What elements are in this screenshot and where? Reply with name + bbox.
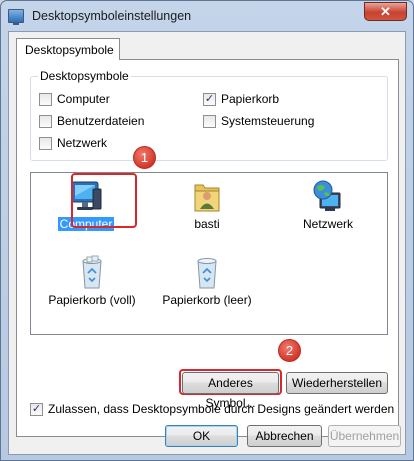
checkbox-label: Zulassen, dass Desktopsymbole durch Desi…: [48, 402, 395, 416]
annotation-highlight-computer: [71, 173, 137, 228]
checkbox-user-files[interactable]: Benutzerdateien: [39, 114, 144, 128]
tab-panel: Desktopsymbole Computer ✓ Papierkorb Ben…: [16, 59, 399, 437]
checkbox-computer[interactable]: Computer: [39, 92, 110, 106]
checkbox-box[interactable]: [39, 136, 52, 150]
tab-desktop-icons[interactable]: Desktopsymbole: [16, 38, 120, 60]
checkbox-allow-themes[interactable]: ✓ Zulassen, dass Desktopsymbole durch De…: [30, 402, 394, 416]
annotation-badge-1: 1: [133, 146, 156, 169]
icon-item-recycle-bin-empty[interactable]: Papierkorb (leer): [155, 255, 259, 307]
user-folder-icon: [190, 179, 224, 215]
checkbox-label: Computer: [57, 92, 110, 106]
apply-button: Übernehmen: [328, 425, 401, 447]
checkbox-recycle-bin[interactable]: ✓ Papierkorb: [203, 92, 279, 106]
monitor-icon: [8, 9, 24, 25]
network-globe-icon: [311, 179, 345, 215]
recycle-bin-full-icon: [75, 255, 109, 291]
window-title: Desktopsymboleinstellungen: [32, 9, 192, 23]
ok-button[interactable]: OK: [165, 425, 238, 447]
checkbox-network[interactable]: Netzwerk: [39, 136, 107, 150]
checkbox-box-checked[interactable]: ✓: [30, 402, 43, 416]
checkbox-box-checked[interactable]: ✓: [203, 92, 216, 106]
desktop-icons-group: Desktopsymbole Computer ✓ Papierkorb Ben…: [30, 69, 388, 161]
close-button[interactable]: ✕: [364, 2, 407, 21]
checkbox-label: Benutzerdateien: [57, 114, 145, 128]
icon-item-network[interactable]: Netzwerk: [283, 179, 373, 231]
icon-label: Papierkorb (voll): [48, 293, 136, 307]
checkbox-label: Papierkorb: [221, 92, 280, 106]
checkbox-box[interactable]: [203, 114, 216, 128]
group-title: Desktopsymbole: [38, 69, 131, 83]
icon-label: Netzwerk: [302, 217, 353, 231]
restore-default-button[interactable]: Wiederherstellen: [286, 372, 388, 394]
icon-list[interactable]: Computer basti Netzwerk Papierkorb (voll…: [30, 146, 388, 335]
recycle-bin-empty-icon: [190, 255, 224, 291]
checkbox-box[interactable]: [39, 92, 52, 106]
checkbox-label: Netzwerk: [57, 136, 108, 150]
checkbox-control-panel[interactable]: Systemsteuerung: [203, 114, 314, 128]
change-icon-button[interactable]: Anderes Symbol...: [182, 372, 279, 410]
annotation-badge-2: 2: [278, 339, 301, 362]
dialog-client-area: Desktopsymbole Desktopsymbole Computer ✓…: [8, 31, 406, 455]
dialog-window: Desktopsymboleinstellungen ✕ Desktopsymb…: [0, 0, 414, 461]
icon-item-user[interactable]: basti: [162, 179, 252, 231]
icon-item-recycle-bin-full[interactable]: Papierkorb (voll): [41, 255, 143, 307]
checkbox-box[interactable]: [39, 114, 52, 128]
icon-label: basti: [194, 217, 220, 231]
icon-label: Papierkorb (leer): [162, 293, 252, 307]
checkbox-label: Systemsteuerung: [221, 114, 315, 128]
cancel-button[interactable]: Abbrechen: [247, 425, 322, 447]
title-bar[interactable]: Desktopsymboleinstellungen ✕: [1, 1, 413, 31]
